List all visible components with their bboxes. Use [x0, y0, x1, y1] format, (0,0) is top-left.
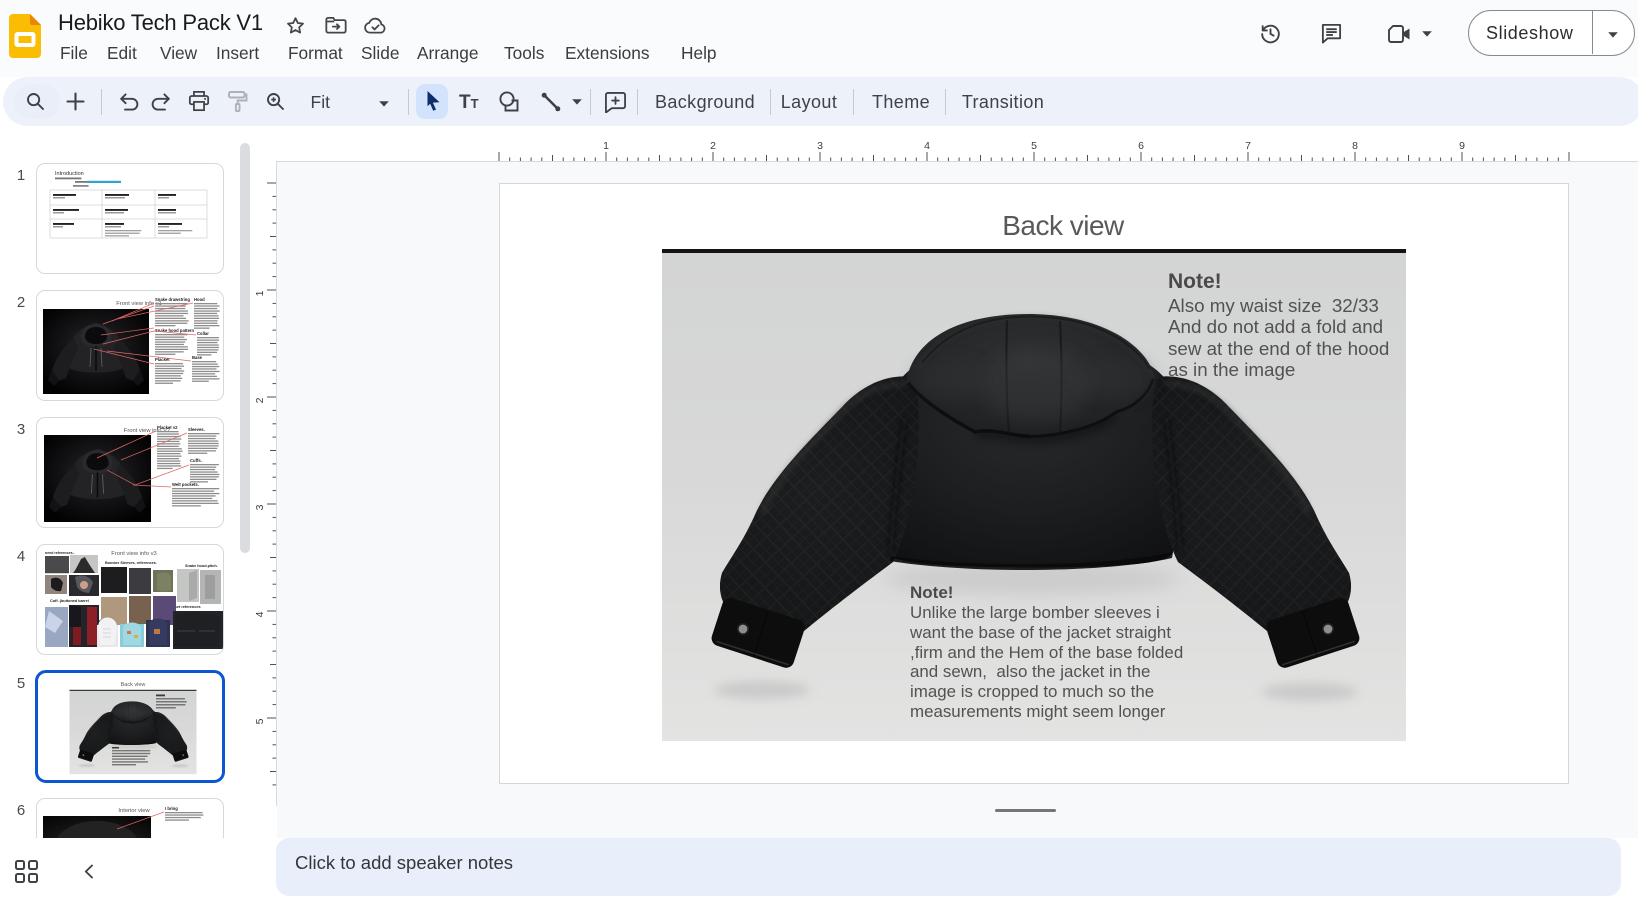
svg-text:6: 6 [1138, 140, 1144, 152]
svg-text:Back view: Back view [121, 682, 146, 688]
svg-text:need references..: need references.. [45, 551, 75, 555]
svg-text:Snake hood pattern: Snake hood pattern [155, 328, 195, 333]
svg-text:Snake hood.pitch.: Snake hood.pitch. [185, 564, 218, 568]
svg-text:Welt pockets.: Welt pockets. [172, 482, 199, 487]
svg-text:Base: Base [192, 355, 203, 360]
svg-text:8: 8 [1352, 140, 1358, 152]
svg-text:5: 5 [254, 718, 266, 724]
svg-text:3: 3 [817, 140, 823, 152]
svg-text:4: 4 [924, 140, 930, 152]
svg-text:Cuff..(buttoned barrel: Cuff..(buttoned barrel [50, 599, 89, 603]
svg-text:1: 1 [603, 140, 609, 152]
svg-text:2: 2 [254, 397, 266, 403]
svg-text:Placket v2: Placket v2 [157, 425, 178, 430]
svg-text:Snake drawstring: Snake drawstring [155, 297, 190, 302]
svg-text:Introduction: Introduction [55, 171, 84, 177]
svg-text:Cuffs.: Cuffs. [190, 458, 202, 463]
svg-text:Front view info v3: Front view info v3 [111, 551, 156, 557]
svg-text:3: 3 [254, 504, 266, 510]
svg-text:5: 5 [1031, 140, 1037, 152]
svg-text:Sleeves.: Sleeves. [188, 427, 205, 432]
svg-text:1: 1 [254, 290, 266, 296]
svg-text:Bomber Sleeves. references.: Bomber Sleeves. references. [105, 561, 157, 565]
svg-text:Hood: Hood [194, 297, 205, 302]
svg-text:7: 7 [1245, 140, 1251, 152]
svg-text:2: 2 [710, 140, 716, 152]
svg-text:4: 4 [254, 611, 266, 617]
svg-text:I bring: I bring [165, 806, 178, 811]
svg-text:9: 9 [1459, 140, 1465, 152]
svg-text:Interior view: Interior view [118, 808, 150, 814]
svg-text:Collar: Collar [197, 331, 209, 336]
